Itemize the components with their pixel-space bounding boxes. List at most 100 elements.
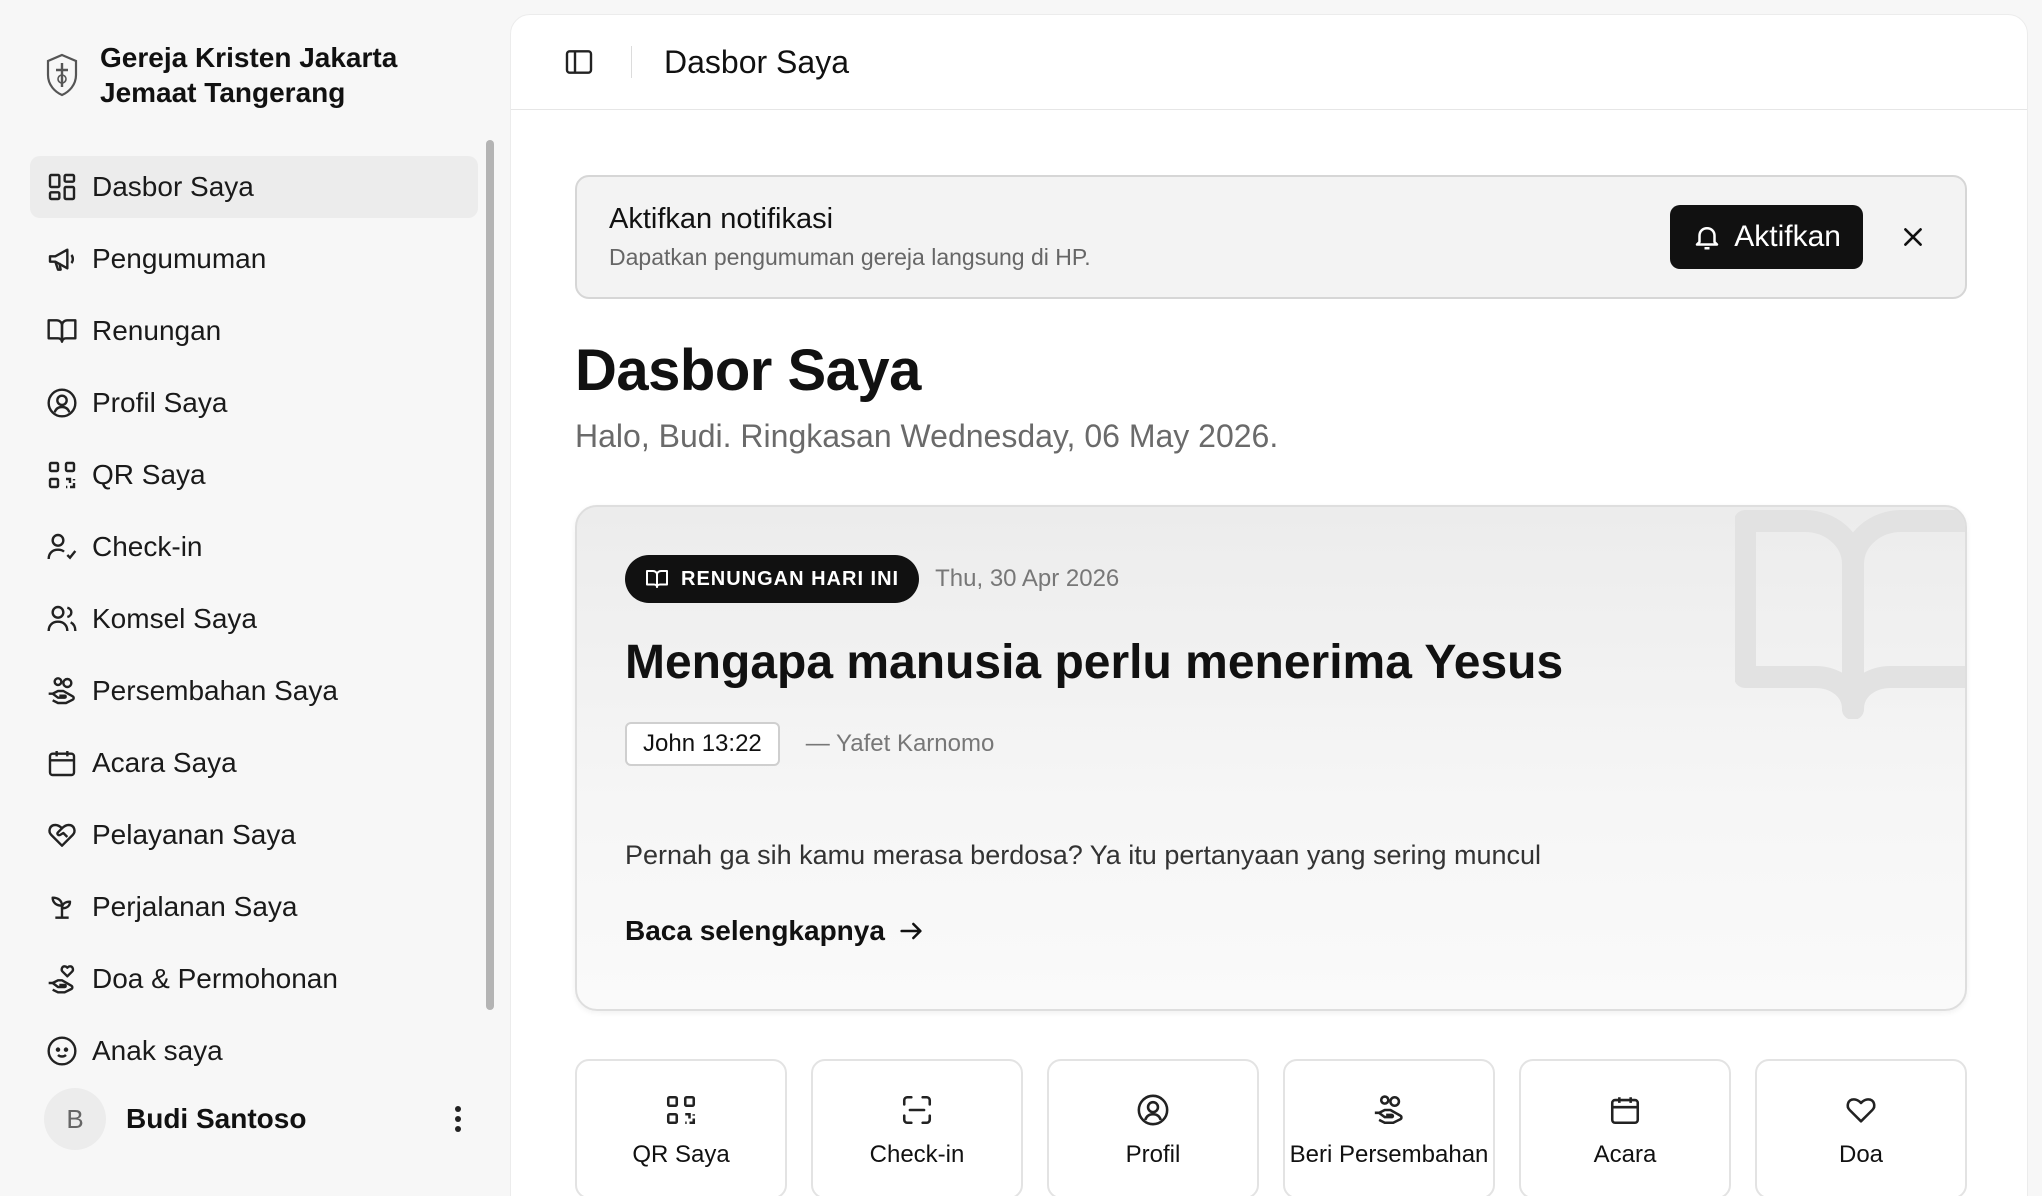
devotional-author: — Yafet Karnomo — [805, 730, 995, 757]
sidebar-item-label: Doa & Permohonan — [92, 963, 338, 994]
user-check-icon — [46, 531, 78, 563]
quick-action-doa[interactable]: Doa — [1755, 1059, 1967, 1196]
quick-action-label: Acara — [1593, 1141, 1657, 1168]
sidebar-item-label: Renungan — [92, 315, 222, 346]
book-open-watermark-icon — [1735, 510, 1965, 719]
close-icon[interactable] — [1893, 217, 1933, 257]
user-menu[interactable]: B Budi Santoso — [44, 1088, 474, 1150]
qr-code-icon — [46, 459, 78, 491]
devotional-badge: RENUNGAN HARI INI — [625, 555, 920, 603]
sidebar-item-label: Komsel Saya — [92, 603, 257, 634]
sidebar-item-doa-permohonan[interactable]: Doa & Permohonan — [30, 948, 478, 1010]
topbar-divider — [631, 46, 632, 78]
megaphone-icon — [46, 243, 78, 275]
baby-icon — [46, 1035, 78, 1067]
devotional-title[interactable]: Mengapa manusia perlu menerima Yesus — [625, 635, 1917, 690]
quick-action-label: QR Saya — [632, 1141, 730, 1168]
topbar-title: Dasbor Saya — [664, 43, 849, 80]
devotional-meta: John 13:22 — Yafet Karnomo — [625, 722, 1917, 766]
topbar: Dasbor Saya — [511, 15, 2027, 110]
sidebar-item-label: Pelayanan Saya — [92, 819, 296, 850]
notification-banner: Aktifkan notifikasi Dapatkan pengumuman … — [575, 175, 1967, 299]
dashboard-icon — [46, 171, 78, 203]
sidebar-item-label: Anak saya — [92, 1035, 223, 1066]
user-circle-icon — [46, 387, 78, 419]
book-open-icon — [646, 570, 668, 588]
more-vertical-icon[interactable] — [442, 1097, 474, 1141]
main-panel: Dasbor Saya Aktifkan notifikasi Dapatkan… — [510, 14, 2028, 1196]
quick-actions: QR Saya Check-in Profil Beri Persembahan… — [575, 1059, 1967, 1196]
sidebar-item-label: Persembahan Saya — [92, 675, 338, 706]
devotional-header: RENUNGAN HARI INI Thu, 30 Apr 2026 — [625, 555, 1917, 603]
sidebar-item-pelayanan-saya[interactable]: Pelayanan Saya — [30, 804, 478, 866]
sidebar-item-pengumuman[interactable]: Pengumuman — [30, 228, 478, 290]
brand[interactable]: Gereja Kristen Jakarta Jemaat Tangerang — [44, 40, 460, 110]
calendar-icon — [1610, 1097, 1640, 1125]
sidebar-item-check-in[interactable]: Check-in — [30, 516, 478, 578]
sidebar-item-renungan[interactable]: Renungan — [30, 300, 478, 362]
church-name-line2: Jemaat Tangerang — [100, 77, 346, 108]
devotional-excerpt: Pernah ga sih kamu merasa berdosa? Ya it… — [625, 840, 1542, 870]
sidebar-nav: Dasbor Saya Pengumuman Renungan Profil S… — [30, 156, 478, 1068]
sidebar: Gereja Kristen Jakarta Jemaat Tangerang … — [0, 0, 510, 1196]
notification-text: Aktifkan notifikasi Dapatkan pengumuman … — [609, 203, 1670, 271]
notification-subtitle: Dapatkan pengumuman gereja langsung di H… — [609, 244, 1091, 270]
hand-heart-icon — [46, 963, 78, 995]
enable-notifications-label: Aktifkan — [1734, 220, 1841, 253]
devotional-badge-label: RENUNGAN HARI INI — [681, 567, 900, 590]
church-name-line1: Gereja Kristen Jakarta — [100, 42, 398, 73]
devotional-date: Thu, 30 Apr 2026 — [935, 565, 1120, 592]
devotional-card[interactable]: RENUNGAN HARI INI Thu, 30 Apr 2026 Menga… — [575, 505, 1967, 1011]
sidebar-toggle-icon[interactable] — [563, 46, 595, 78]
page-subtitle: Halo, Budi. Ringkasan Wednesday, 06 May … — [575, 418, 1279, 454]
sidebar-item-label: Dasbor Saya — [92, 171, 254, 202]
quick-action-beri-persembahan[interactable]: Beri Persembahan — [1283, 1059, 1495, 1196]
hand-coins-icon — [1374, 1095, 1403, 1125]
sidebar-item-label: Profil Saya — [92, 387, 228, 418]
sprout-icon — [46, 891, 78, 923]
arrow-right-icon — [900, 922, 922, 940]
read-more-label: Baca selengkapnya — [625, 915, 885, 946]
sidebar-item-label: Check-in — [92, 531, 203, 562]
user-circle-icon — [1137, 1094, 1169, 1126]
user-name: Budi Santoso — [126, 1103, 307, 1134]
users-icon — [46, 603, 78, 635]
quick-action-qr-saya[interactable]: QR Saya — [575, 1059, 787, 1196]
church-logo-icon — [46, 53, 78, 97]
main-content: Aktifkan notifikasi Dapatkan pengumuman … — [575, 175, 1967, 1196]
heart-icon — [1846, 1098, 1876, 1123]
sidebar-item-profil-saya[interactable]: Profil Saya — [30, 372, 478, 434]
sidebar-item-label: Pengumuman — [92, 243, 267, 274]
sidebar-item-label: Perjalanan Saya — [92, 891, 298, 922]
calendar-icon — [46, 747, 78, 779]
quick-action-label: Profil — [1125, 1141, 1181, 1168]
quick-action-acara[interactable]: Acara — [1519, 1059, 1731, 1196]
sidebar-item-acara-saya[interactable]: Acara Saya — [30, 732, 478, 794]
quick-action-profil[interactable]: Profil — [1047, 1059, 1259, 1196]
bell-icon — [1696, 227, 1719, 250]
sidebar-item-perjalanan-saya[interactable]: Perjalanan Saya — [30, 876, 478, 938]
verse-reference: John 13:22 — [625, 722, 780, 766]
quick-action-label: Doa — [1838, 1141, 1884, 1168]
read-more-link[interactable]: Baca selengkapnya — [625, 915, 1917, 947]
qr-code-icon — [666, 1095, 696, 1125]
avatar: B — [44, 1088, 106, 1150]
sidebar-scrollbar[interactable] — [486, 140, 494, 1010]
quick-action-label: Check-in — [869, 1141, 965, 1168]
church-name: Gereja Kristen Jakarta Jemaat Tangerang — [100, 40, 460, 110]
quick-action-check-in[interactable]: Check-in — [811, 1059, 1023, 1196]
notification-title: Aktifkan notifikasi — [609, 203, 834, 235]
book-open-icon — [46, 315, 78, 347]
scan-icon — [902, 1095, 932, 1125]
sidebar-item-anak-saya[interactable]: Anak saya — [30, 1020, 478, 1068]
quick-action-label: Beri Persembahan — [1289, 1141, 1489, 1168]
sidebar-item-persembahan-saya[interactable]: Persembahan Saya — [30, 660, 478, 722]
sidebar-item-label: Acara Saya — [92, 747, 237, 778]
sidebar-item-qr-saya[interactable]: QR Saya — [30, 444, 478, 506]
sidebar-item-komsel-saya[interactable]: Komsel Saya — [30, 588, 478, 650]
heart-handshake-icon — [46, 819, 78, 851]
sidebar-item-dasbor-saya[interactable]: Dasbor Saya — [30, 156, 478, 218]
sidebar-item-label: QR Saya — [92, 459, 206, 490]
enable-notifications-button[interactable]: Aktifkan — [1670, 205, 1863, 269]
hand-coins-icon — [46, 675, 78, 707]
